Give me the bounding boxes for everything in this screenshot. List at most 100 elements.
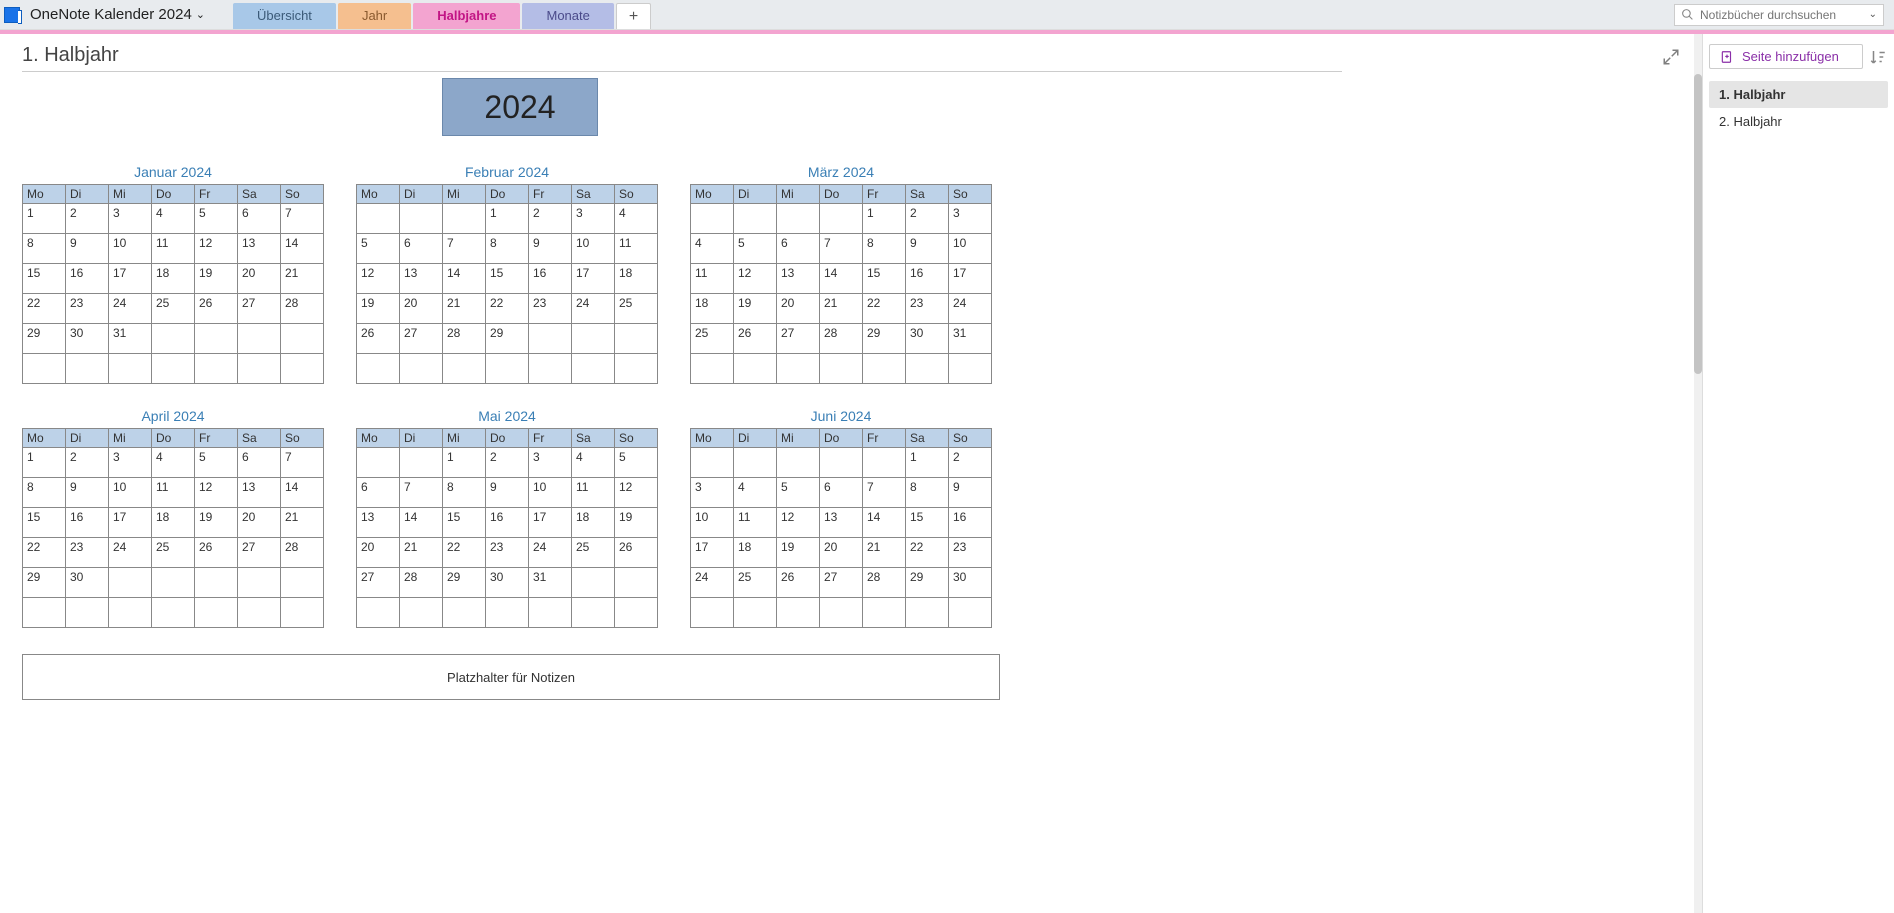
day-cell[interactable]: 23: [486, 538, 529, 568]
day-cell[interactable]: 13: [400, 264, 443, 294]
day-cell[interactable]: [777, 598, 820, 628]
day-cell[interactable]: 25: [691, 324, 734, 354]
day-cell[interactable]: [357, 598, 400, 628]
day-cell[interactable]: 4: [572, 448, 615, 478]
tab-overview[interactable]: Übersicht: [233, 3, 336, 29]
day-cell[interactable]: 10: [109, 478, 152, 508]
day-cell[interactable]: 9: [949, 478, 992, 508]
day-cell[interactable]: 19: [195, 264, 238, 294]
day-cell[interactable]: 24: [691, 568, 734, 598]
day-cell[interactable]: [777, 354, 820, 384]
day-cell[interactable]: 14: [281, 478, 324, 508]
day-cell[interactable]: 22: [906, 538, 949, 568]
day-cell[interactable]: 15: [486, 264, 529, 294]
day-cell[interactable]: 31: [109, 324, 152, 354]
day-cell[interactable]: 5: [195, 204, 238, 234]
day-cell[interactable]: 11: [691, 264, 734, 294]
day-cell[interactable]: 8: [906, 478, 949, 508]
day-cell[interactable]: 10: [949, 234, 992, 264]
day-cell[interactable]: [691, 448, 734, 478]
day-cell[interactable]: [615, 354, 658, 384]
day-cell[interactable]: [572, 354, 615, 384]
day-cell[interactable]: [734, 448, 777, 478]
day-cell[interactable]: 25: [152, 538, 195, 568]
day-cell[interactable]: [400, 448, 443, 478]
day-cell[interactable]: 18: [615, 264, 658, 294]
day-cell[interactable]: 12: [357, 264, 400, 294]
day-cell[interactable]: 15: [23, 508, 66, 538]
day-cell[interactable]: 24: [529, 538, 572, 568]
day-cell[interactable]: 2: [486, 448, 529, 478]
day-cell[interactable]: 26: [615, 538, 658, 568]
day-cell[interactable]: [863, 598, 906, 628]
day-cell[interactable]: [195, 354, 238, 384]
day-cell[interactable]: 12: [777, 508, 820, 538]
day-cell[interactable]: 9: [486, 478, 529, 508]
day-cell[interactable]: [23, 354, 66, 384]
day-cell[interactable]: 21: [400, 538, 443, 568]
day-cell[interactable]: 10: [529, 478, 572, 508]
day-cell[interactable]: 24: [572, 294, 615, 324]
day-cell[interactable]: 10: [572, 234, 615, 264]
day-cell[interactable]: [195, 598, 238, 628]
day-cell[interactable]: 27: [238, 538, 281, 568]
day-cell[interactable]: 6: [238, 448, 281, 478]
day-cell[interactable]: 29: [443, 568, 486, 598]
day-cell[interactable]: [572, 568, 615, 598]
day-cell[interactable]: 5: [357, 234, 400, 264]
day-cell[interactable]: 7: [443, 234, 486, 264]
day-cell[interactable]: 16: [66, 264, 109, 294]
day-cell[interactable]: 11: [152, 234, 195, 264]
day-cell[interactable]: 11: [734, 508, 777, 538]
day-cell[interactable]: [109, 568, 152, 598]
day-cell[interactable]: 21: [443, 294, 486, 324]
day-cell[interactable]: 3: [691, 478, 734, 508]
day-cell[interactable]: 28: [863, 568, 906, 598]
day-cell[interactable]: 26: [357, 324, 400, 354]
day-cell[interactable]: [949, 598, 992, 628]
day-cell[interactable]: 12: [615, 478, 658, 508]
day-cell[interactable]: 8: [486, 234, 529, 264]
day-cell[interactable]: 16: [486, 508, 529, 538]
day-cell[interactable]: [357, 354, 400, 384]
day-cell[interactable]: 29: [23, 324, 66, 354]
day-cell[interactable]: 28: [820, 324, 863, 354]
day-cell[interactable]: 17: [572, 264, 615, 294]
day-cell[interactable]: 6: [238, 204, 281, 234]
day-cell[interactable]: 2: [906, 204, 949, 234]
day-cell[interactable]: 1: [906, 448, 949, 478]
day-cell[interactable]: 20: [238, 508, 281, 538]
day-cell[interactable]: 2: [66, 448, 109, 478]
day-cell[interactable]: 15: [443, 508, 486, 538]
day-cell[interactable]: 21: [281, 508, 324, 538]
day-cell[interactable]: [195, 324, 238, 354]
day-cell[interactable]: 19: [195, 508, 238, 538]
day-cell[interactable]: [615, 324, 658, 354]
day-cell[interactable]: [23, 598, 66, 628]
day-cell[interactable]: 31: [529, 568, 572, 598]
day-cell[interactable]: 19: [777, 538, 820, 568]
day-cell[interactable]: [529, 354, 572, 384]
chevron-down-icon[interactable]: ⌄: [1869, 9, 1877, 20]
day-cell[interactable]: 3: [109, 204, 152, 234]
day-cell[interactable]: 23: [66, 294, 109, 324]
day-cell[interactable]: [691, 354, 734, 384]
day-cell[interactable]: 20: [238, 264, 281, 294]
day-cell[interactable]: [863, 448, 906, 478]
page-list-item[interactable]: 1. Halbjahr: [1709, 81, 1888, 108]
day-cell[interactable]: 3: [109, 448, 152, 478]
day-cell[interactable]: [572, 324, 615, 354]
day-cell[interactable]: [357, 448, 400, 478]
day-cell[interactable]: [777, 448, 820, 478]
day-cell[interactable]: 7: [863, 478, 906, 508]
day-cell[interactable]: 9: [906, 234, 949, 264]
day-cell[interactable]: [820, 354, 863, 384]
page-canvas[interactable]: 1. Halbjahr 2024 Januar 2024MoDiMiDoFrSa…: [0, 34, 1694, 913]
day-cell[interactable]: 8: [863, 234, 906, 264]
day-cell[interactable]: 4: [691, 234, 734, 264]
day-cell[interactable]: 11: [615, 234, 658, 264]
day-cell[interactable]: [486, 598, 529, 628]
add-page-button[interactable]: Seite hinzufügen: [1709, 44, 1863, 69]
day-cell[interactable]: [863, 354, 906, 384]
day-cell[interactable]: [281, 354, 324, 384]
